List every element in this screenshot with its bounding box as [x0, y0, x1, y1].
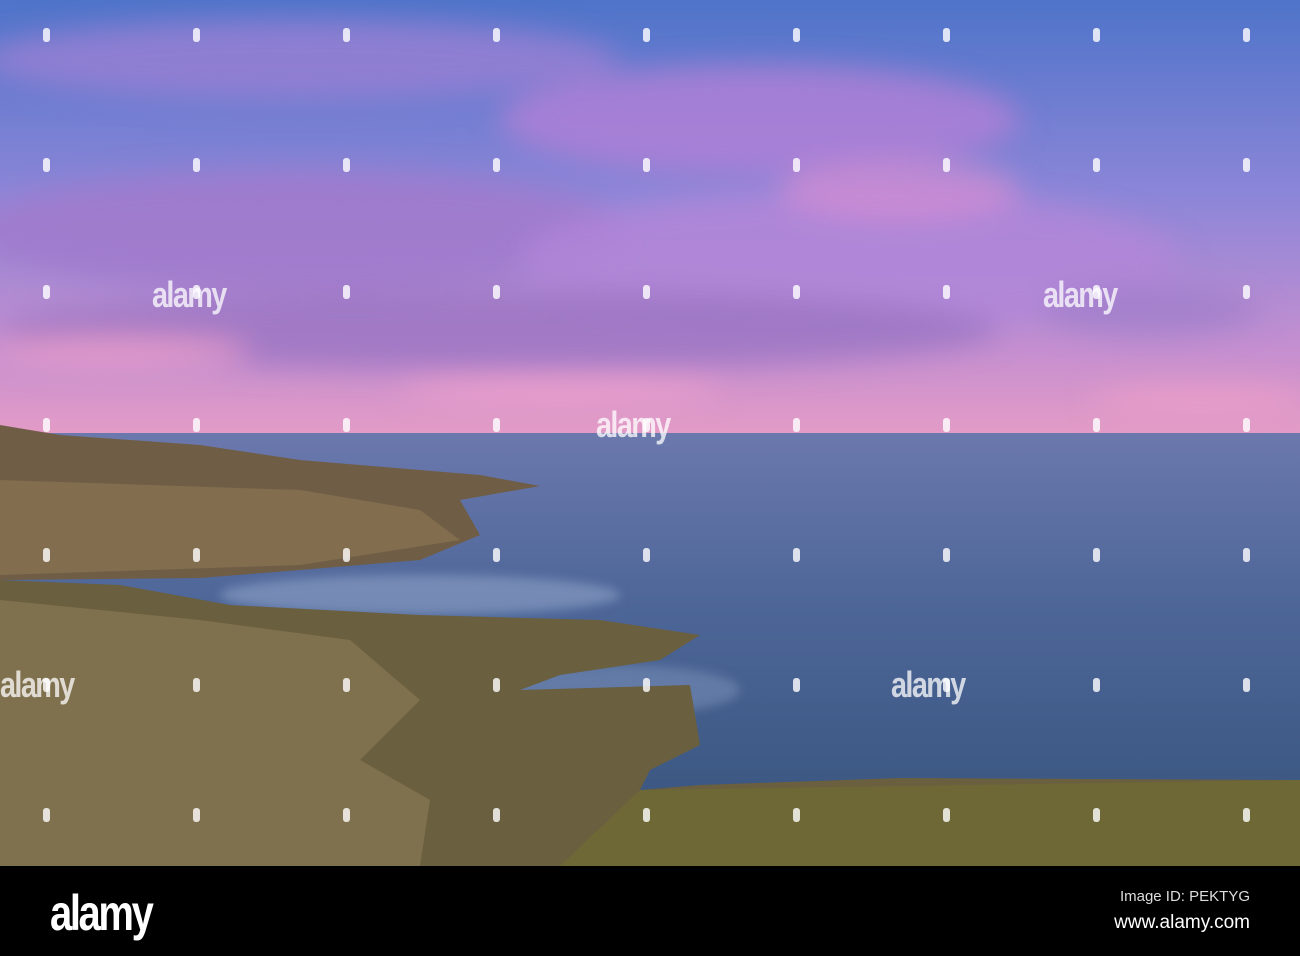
watermark-dot [43, 158, 50, 172]
watermark-dot [643, 808, 650, 822]
watermark-dot [193, 28, 200, 42]
watermark-dot [1093, 548, 1100, 562]
stock-photo-page: alamy alamy alamy alamy alamy alamy Imag… [0, 0, 1300, 956]
watermark-dot [1243, 28, 1250, 42]
watermark-dot [493, 808, 500, 822]
watermark-dot [793, 158, 800, 172]
watermark-dot [943, 678, 950, 692]
watermark-dot [343, 28, 350, 42]
watermark-dot [793, 28, 800, 42]
watermark-dot [193, 808, 200, 822]
watermark-dot [943, 418, 950, 432]
watermark-dot [43, 28, 50, 42]
watermark-dot [493, 418, 500, 432]
watermark-dot [43, 548, 50, 562]
watermark-dot [193, 158, 200, 172]
watermark: alamy [152, 274, 227, 315]
watermark-dot [193, 285, 200, 299]
watermark-dot [43, 418, 50, 432]
watermark: alamy [891, 664, 966, 705]
watermark-dot [493, 548, 500, 562]
watermark-dot [343, 678, 350, 692]
watermark-dot [1243, 158, 1250, 172]
watermark-dot [1093, 285, 1100, 299]
watermark-dot [193, 678, 200, 692]
watermark-dot [1243, 678, 1250, 692]
watermark-dot [793, 548, 800, 562]
watermark-dot [343, 158, 350, 172]
image-id: Image ID: PEKTYG [1119, 888, 1250, 905]
watermark-dot [943, 28, 950, 42]
watermark-dot [643, 28, 650, 42]
watermark-dot [1093, 28, 1100, 42]
site-url: www.alamy.com [1114, 912, 1250, 933]
watermark-dot [643, 418, 650, 432]
watermark-dot [493, 158, 500, 172]
watermark-dot [943, 808, 950, 822]
watermark-dot [343, 285, 350, 299]
footer-bar: alamy Image ID: PEKTYG www.alamy.com [0, 866, 1300, 956]
watermark-dot [1243, 418, 1250, 432]
watermark-dot [643, 678, 650, 692]
watermark-dot [43, 678, 50, 692]
watermark-dot [643, 285, 650, 299]
watermark-dot [943, 158, 950, 172]
watermark-dot [193, 548, 200, 562]
alamy-logo: alamy [50, 885, 154, 941]
watermark-dot [793, 418, 800, 432]
watermark-dot [343, 418, 350, 432]
watermark-dot [43, 285, 50, 299]
watermark-dot [793, 808, 800, 822]
watermark: alamy [0, 664, 75, 705]
watermark-dot [643, 548, 650, 562]
watermark-dot [493, 285, 500, 299]
watermark-dot [793, 678, 800, 692]
watermark-dot [1243, 548, 1250, 562]
watermark: alamy [1043, 274, 1118, 315]
watermark-dot [1093, 418, 1100, 432]
watermark-dot [493, 28, 500, 42]
watermark-dot [1093, 678, 1100, 692]
watermark-dot [793, 285, 800, 299]
watermark-dot [643, 158, 650, 172]
watermark-dot [343, 548, 350, 562]
watermark-dot [343, 808, 350, 822]
watermark-dot [1093, 158, 1100, 172]
watermark: alamy [596, 404, 671, 445]
watermark-dot [43, 808, 50, 822]
watermark-dot [943, 548, 950, 562]
watermark-dot [493, 678, 500, 692]
watermark-dot [1093, 808, 1100, 822]
watermark-dot [1243, 285, 1250, 299]
watermark-dot [1243, 808, 1250, 822]
watermark-dot [943, 285, 950, 299]
watermark-dot [193, 418, 200, 432]
